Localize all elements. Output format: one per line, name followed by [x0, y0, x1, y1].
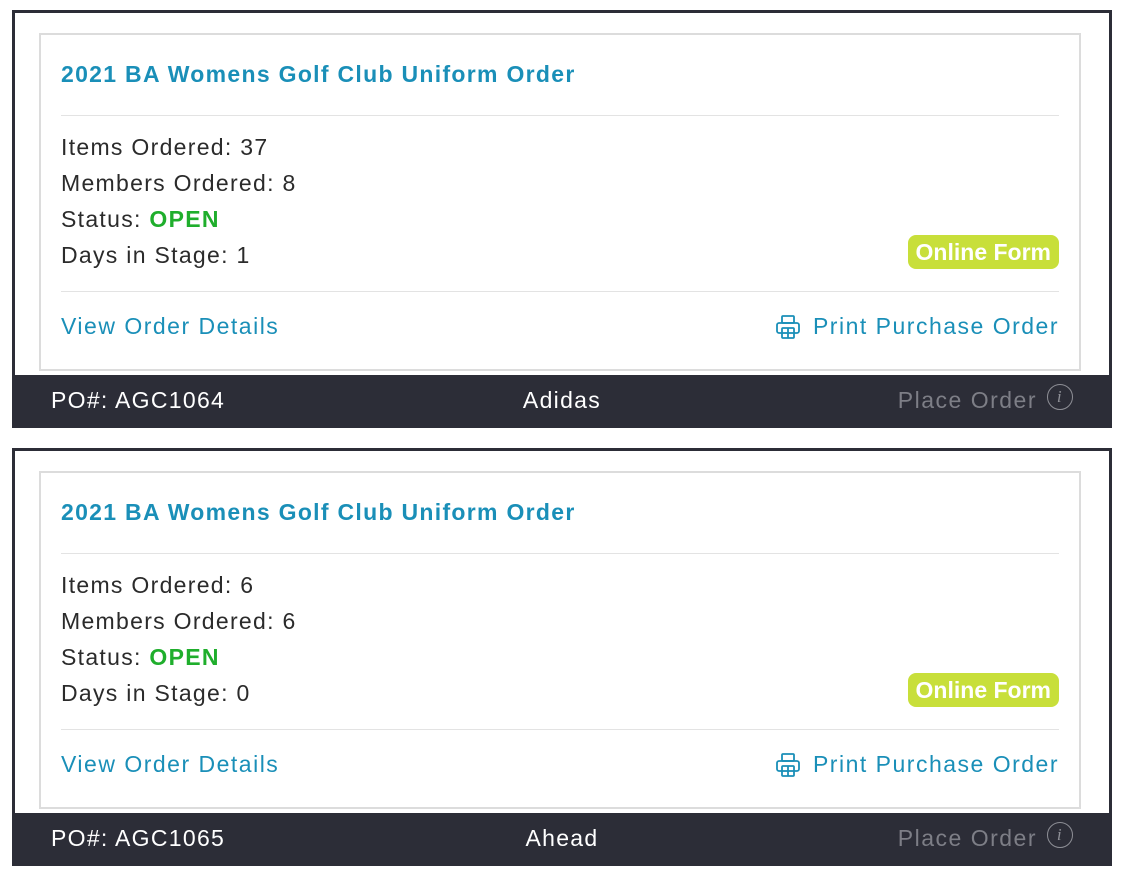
order-card-body: 2021 BA Womens Golf Club Uniform Order I…	[39, 471, 1081, 809]
view-order-details-link[interactable]: View Order Details	[61, 751, 279, 778]
online-form-badge: Online Form	[907, 673, 1059, 707]
days-in-stage-value: 1	[236, 242, 251, 268]
info-icon[interactable]: i	[1047, 822, 1073, 848]
status: Status: OPEN	[61, 639, 297, 675]
items-ordered-label: Items Ordered:	[61, 134, 241, 160]
items-ordered-value: 6	[240, 572, 255, 598]
divider	[61, 553, 1059, 554]
place-order-button[interactable]: Place Order i	[898, 375, 1073, 425]
print-purchase-order-label: Print Purchase Order	[812, 313, 1059, 339]
view-order-details-link[interactable]: View Order Details	[61, 313, 279, 340]
items-ordered: Items Ordered: 6	[61, 567, 297, 603]
items-ordered-label: Items Ordered:	[61, 572, 241, 598]
status-value: OPEN	[149, 206, 220, 232]
printer-icon	[775, 752, 801, 778]
status-label: Status:	[61, 644, 150, 670]
members-ordered-value: 8	[282, 170, 297, 196]
members-ordered-value: 6	[282, 608, 297, 634]
days-in-stage: Days in Stage: 0	[61, 675, 297, 711]
items-ordered: Items Ordered: 37	[61, 129, 297, 165]
divider	[61, 729, 1059, 730]
status-value: OPEN	[149, 644, 220, 670]
printer-icon	[775, 314, 801, 340]
order-footer: PO#: AGC1064 Adidas Place Order i	[15, 375, 1109, 425]
members-ordered: Members Ordered: 6	[61, 603, 297, 639]
print-purchase-order-link[interactable]: Print Purchase Order	[775, 313, 1059, 340]
order-info-list: Items Ordered: 6 Members Ordered: 6 Stat…	[61, 567, 297, 711]
online-form-badge: Online Form	[907, 235, 1059, 269]
print-purchase-order-label: Print Purchase Order	[812, 751, 1059, 777]
order-footer: PO#: AGC1065 Ahead Place Order i	[15, 813, 1109, 863]
place-order-label: Place Order	[897, 386, 1037, 413]
print-purchase-order-link[interactable]: Print Purchase Order	[775, 751, 1059, 778]
divider	[61, 115, 1059, 116]
days-in-stage-label: Days in Stage:	[61, 242, 237, 268]
order-card-body: 2021 BA Womens Golf Club Uniform Order I…	[39, 33, 1081, 371]
place-order-label: Place Order	[897, 824, 1037, 851]
info-icon[interactable]: i	[1047, 384, 1073, 410]
status: Status: OPEN	[61, 201, 297, 237]
order-card: 2021 BA Womens Golf Club Uniform Order I…	[12, 10, 1112, 428]
order-card: 2021 BA Womens Golf Club Uniform Order I…	[12, 448, 1112, 866]
place-order-button[interactable]: Place Order i	[898, 813, 1073, 863]
members-ordered-label: Members Ordered:	[61, 608, 283, 634]
order-title[interactable]: 2021 BA Womens Golf Club Uniform Order	[61, 499, 576, 526]
items-ordered-value: 37	[240, 134, 269, 160]
days-in-stage-label: Days in Stage:	[61, 680, 237, 706]
status-label: Status:	[61, 206, 150, 232]
order-title[interactable]: 2021 BA Womens Golf Club Uniform Order	[61, 61, 576, 88]
members-ordered: Members Ordered: 8	[61, 165, 297, 201]
members-ordered-label: Members Ordered:	[61, 170, 283, 196]
order-info-list: Items Ordered: 37 Members Ordered: 8 Sta…	[61, 129, 297, 273]
days-in-stage: Days in Stage: 1	[61, 237, 297, 273]
days-in-stage-value: 0	[236, 680, 251, 706]
divider	[61, 291, 1059, 292]
